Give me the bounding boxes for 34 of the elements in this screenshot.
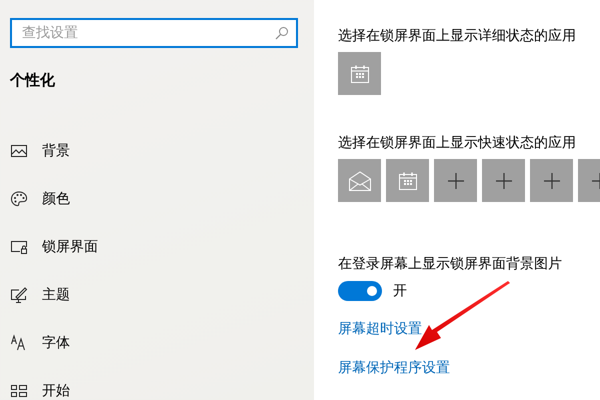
section-heading: 在登录屏幕上显示锁屏界面背景图片 bbox=[338, 255, 562, 274]
settings-link[interactable]: 屏幕超时设置 bbox=[338, 319, 422, 339]
app-tile[interactable] bbox=[338, 52, 381, 95]
add-app-tile[interactable] bbox=[530, 159, 573, 202]
palette-icon bbox=[10, 190, 28, 208]
monitor-brush-icon bbox=[10, 286, 28, 304]
search-icon bbox=[275, 26, 289, 40]
app-tile[interactable] bbox=[338, 159, 381, 202]
tiles-icon bbox=[10, 382, 28, 400]
add-app-tile[interactable] bbox=[482, 159, 525, 202]
nav-item[interactable]: 字体 bbox=[10, 319, 70, 367]
section-heading: 选择在锁屏界面上显示详细状态的应用 bbox=[338, 27, 576, 46]
section-title: 个性化 bbox=[10, 70, 55, 90]
calendar-icon bbox=[396, 170, 418, 192]
add-icon bbox=[542, 172, 560, 190]
lock-screen-icon bbox=[10, 238, 28, 256]
section-heading: 选择在锁屏界面上显示快速状态的应用 bbox=[338, 134, 576, 153]
mail-icon bbox=[348, 170, 372, 192]
toggle-label: 开 bbox=[393, 282, 407, 300]
settings-link[interactable]: 屏幕保护程序设置 bbox=[338, 358, 450, 378]
calendar-icon bbox=[348, 62, 370, 84]
add-app-tile[interactable] bbox=[434, 159, 477, 202]
nav-item[interactable]: 开始 bbox=[10, 367, 70, 400]
font-icon bbox=[10, 334, 28, 352]
toggle-switch[interactable] bbox=[338, 281, 382, 301]
search-field[interactable]: 查找设置 bbox=[10, 18, 298, 48]
add-icon bbox=[494, 172, 512, 190]
picture-icon bbox=[10, 142, 28, 160]
nav-item[interactable]: 背景 bbox=[10, 127, 70, 175]
nav-item[interactable]: 主题 bbox=[10, 271, 70, 319]
nav-item[interactable]: 颜色 bbox=[10, 175, 70, 223]
app-tile[interactable] bbox=[386, 159, 429, 202]
nav-item[interactable]: 锁屏界面 bbox=[10, 223, 98, 271]
add-icon bbox=[446, 172, 464, 190]
